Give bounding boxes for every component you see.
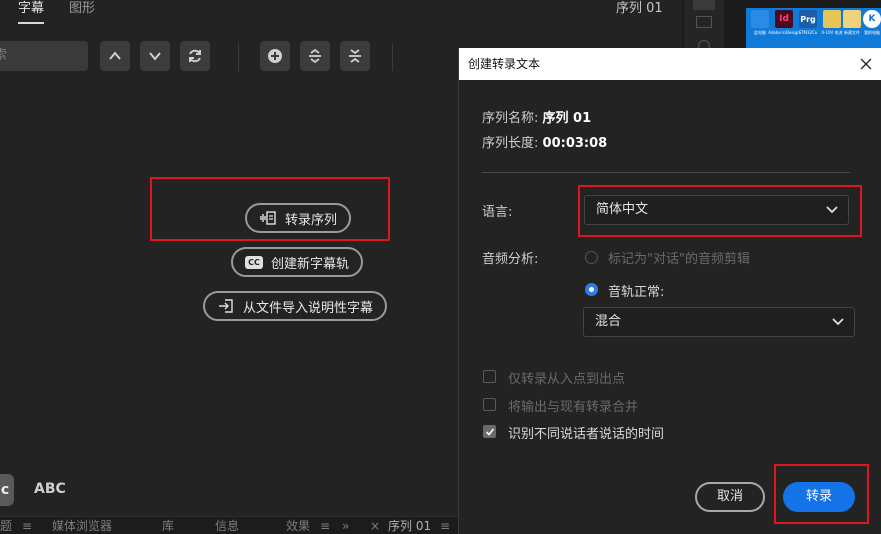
import-icon <box>217 298 235 314</box>
indesign-icon: Id <box>775 10 793 28</box>
tab-menu-icon[interactable]: ≡ <box>22 519 32 533</box>
checkmark-icon <box>485 428 495 436</box>
divider <box>482 172 850 173</box>
import-captions-button[interactable]: 从文件导入说明性字幕 <box>203 291 388 321</box>
panel-tabs: 字幕 图形 序列 01 <box>0 0 682 28</box>
refresh-icon <box>189 49 201 63</box>
radio-dialogue-clips[interactable] <box>585 251 598 264</box>
move-up-button[interactable] <box>100 41 130 71</box>
stm32-icon: Prg <box>799 10 817 28</box>
audio-analysis-label: 音频分析: <box>482 252 539 267</box>
split-caption-button[interactable] <box>300 41 330 71</box>
checkbox-speakers[interactable] <box>483 425 496 438</box>
create-transcript-dialog: 创建转录文本 序列名称: 序列 01 序列长度: 00:03:08 语言: 简体… <box>458 48 881 534</box>
transcribe-sequence-label: 转录序列 <box>285 212 338 228</box>
merge-icon <box>349 49 361 63</box>
file-icon <box>843 10 861 28</box>
sequence-length-value: 00:03:08 <box>542 136 608 151</box>
language-select[interactable]: 简体中文 <box>584 195 849 225</box>
tab-menu-icon[interactable]: ≡ <box>320 519 330 533</box>
tab-info[interactable]: 信息 <box>215 519 239 533</box>
sequence-name-value: 序列 01 <box>542 111 592 126</box>
chevron-down-icon <box>826 206 838 214</box>
tab-captions-partial[interactable]: 题 <box>0 519 12 533</box>
toolbar-divider <box>392 43 393 71</box>
chevron-up-icon <box>109 51 121 60</box>
audio-mix-select[interactable]: 混合 <box>583 307 855 337</box>
tab-sequence[interactable]: 序列 01 <box>388 519 431 533</box>
close-tab-icon[interactable]: × <box>370 519 380 533</box>
tab-effects[interactable]: 效果 <box>286 519 310 533</box>
abc-style-label[interactable]: ABC <box>34 481 66 497</box>
sequence-length-row: 序列长度: 00:03:08 <box>482 136 608 151</box>
folder-icon <box>823 10 841 28</box>
tab-library[interactable]: 库 <box>162 519 174 533</box>
caption-style-c[interactable]: c <box>0 474 14 506</box>
dialogue-clips-label: 标记为"对话"的音频剪辑 <box>608 252 750 267</box>
desktop-icon-app[interactable]: K 我的电脑 <box>862 10 881 48</box>
computer-icon <box>751 10 769 28</box>
checkbox-in-out[interactable] <box>483 370 496 383</box>
selection-tool-icon[interactable] <box>693 0 715 10</box>
move-down-button[interactable] <box>140 41 170 71</box>
chevron-down-icon <box>149 52 161 61</box>
desktop-taskbar: 此电脑 Id Adobe InDesign Prg STM32Cu 0-10V … <box>746 8 881 50</box>
active-tab-underline <box>18 22 44 24</box>
more-tabs-icon[interactable]: » <box>342 519 349 533</box>
transcribe-sequence-button[interactable]: 转录序列 <box>245 203 352 233</box>
split-icon <box>309 48 321 64</box>
radio-audio-track[interactable] <box>585 283 598 296</box>
tab-graphics[interactable]: 图形 <box>69 0 95 18</box>
import-captions-label: 从文件导入说明性字幕 <box>243 300 374 316</box>
tab-media-browser[interactable]: 媒体浏览器 <box>52 519 112 533</box>
add-caption-button[interactable] <box>260 41 290 71</box>
tab-captions[interactable]: 字幕 <box>18 0 44 18</box>
desktop-icon-computer[interactable]: 此电脑 <box>750 10 770 48</box>
merge-caption-button[interactable] <box>340 41 370 71</box>
search-input[interactable]: 索 <box>0 41 88 71</box>
sequence-name-label: 序列 01 <box>616 1 663 16</box>
desktop-icon-stm32[interactable]: Prg STM32Cu <box>798 10 818 48</box>
create-caption-track-button[interactable]: CC 创建新字幕轨 <box>231 247 364 277</box>
transcribe-icon <box>259 210 277 226</box>
merge-label: 将输出与现有转录合并 <box>508 400 639 415</box>
chevron-down-icon <box>832 318 844 326</box>
audio-track-label: 音轨正常: <box>608 285 665 300</box>
desktop-icon-indesign[interactable]: Id Adobe InDesign <box>768 10 800 48</box>
toolbar-divider <box>238 43 239 71</box>
dialog-title: 创建转录文本 <box>468 57 541 71</box>
desktop-icon-file[interactable]: 新建文件 <box>842 10 862 48</box>
app-k-icon: K <box>863 10 881 28</box>
plus-circle-icon <box>268 49 282 63</box>
speakers-label: 识别不同说话者说话的时间 <box>508 427 665 442</box>
tab-menu-icon[interactable]: ≡ <box>440 519 450 533</box>
language-label: 语言: <box>482 205 513 220</box>
close-icon[interactable] <box>859 57 873 71</box>
dialog-title-bar: 创建转录文本 <box>459 48 881 80</box>
track-select-icon[interactable] <box>696 16 712 28</box>
transcribe-button[interactable]: 转录 <box>783 482 855 512</box>
in-out-label: 仅转录从入点到出点 <box>508 372 626 387</box>
refresh-button[interactable] <box>180 41 210 71</box>
cancel-button[interactable]: 取消 <box>695 482 765 512</box>
checkbox-merge[interactable] <box>483 398 496 411</box>
sequence-name-row: 序列名称: 序列 01 <box>482 111 592 126</box>
cc-icon: CC <box>245 255 263 269</box>
create-caption-track-label: 创建新字幕轨 <box>271 256 350 272</box>
desktop-icon-folder[interactable]: 0-10V 电流 <box>821 10 843 48</box>
